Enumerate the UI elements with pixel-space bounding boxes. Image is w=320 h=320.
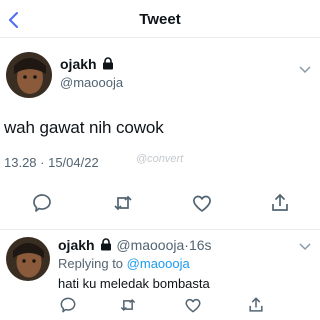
watermark: @convert [136,153,184,165]
page-title: Tweet [139,11,181,28]
chevron-down-icon [299,66,311,74]
more-options-button[interactable] [298,62,312,74]
reply-reply-button[interactable] [58,295,78,315]
share-icon [249,297,263,312]
lock-icon [103,57,114,70]
replying-to-prefix: Replying to [58,256,124,271]
author-name[interactable]: ojakh [60,56,114,72]
like-icon [193,195,211,212]
chevron-down-icon [299,243,311,251]
author-handle[interactable]: @maoooja [60,75,123,90]
reply-tweet: ojakh @maoooja·16s Replying to @maoooja … [0,231,320,320]
avatar-photo [6,237,50,281]
reply-icon [60,297,76,313]
like-button[interactable] [190,191,214,215]
reply-author-handle[interactable]: @maoooja [116,237,184,253]
lock-icon [101,238,112,251]
reply-retweet-button[interactable] [118,295,138,315]
like-icon [185,298,201,313]
avatar-photo [6,52,52,98]
reply-icon [33,194,51,212]
reply-actions [0,295,320,317]
main-tweet: ojakh @maoooja wah gawat nih cowok 13.28… [0,38,320,230]
avatar[interactable] [6,52,52,98]
tweet-actions [0,191,320,219]
tweet-text: wah gawat nih cowok [4,118,164,137]
reply-share-button[interactable] [246,295,266,315]
retweet-icon [120,298,136,312]
share-icon [272,193,288,211]
reply-author-name[interactable]: ojakh [58,237,95,253]
reply-text: hati ku meledak bombasta [58,276,210,291]
reply-like-button[interactable] [183,295,203,315]
reply-time[interactable]: 16s [189,237,212,253]
reply-header: ojakh @maoooja·16s [58,237,212,253]
reply-button[interactable] [30,191,54,215]
top-bar: Tweet [0,0,320,38]
replying-to-handle[interactable]: @maoooja [127,256,190,271]
retweet-icon [114,195,132,211]
author-name-text: ojakh [60,56,97,72]
reply-avatar[interactable] [6,237,50,281]
share-button[interactable] [268,191,292,215]
tweet-timestamp[interactable]: 13.28 · 15/04/22 [4,155,99,170]
retweet-button[interactable] [111,191,135,215]
reply-more-options-button[interactable] [298,239,312,251]
replying-to: Replying to @maoooja [58,256,190,271]
